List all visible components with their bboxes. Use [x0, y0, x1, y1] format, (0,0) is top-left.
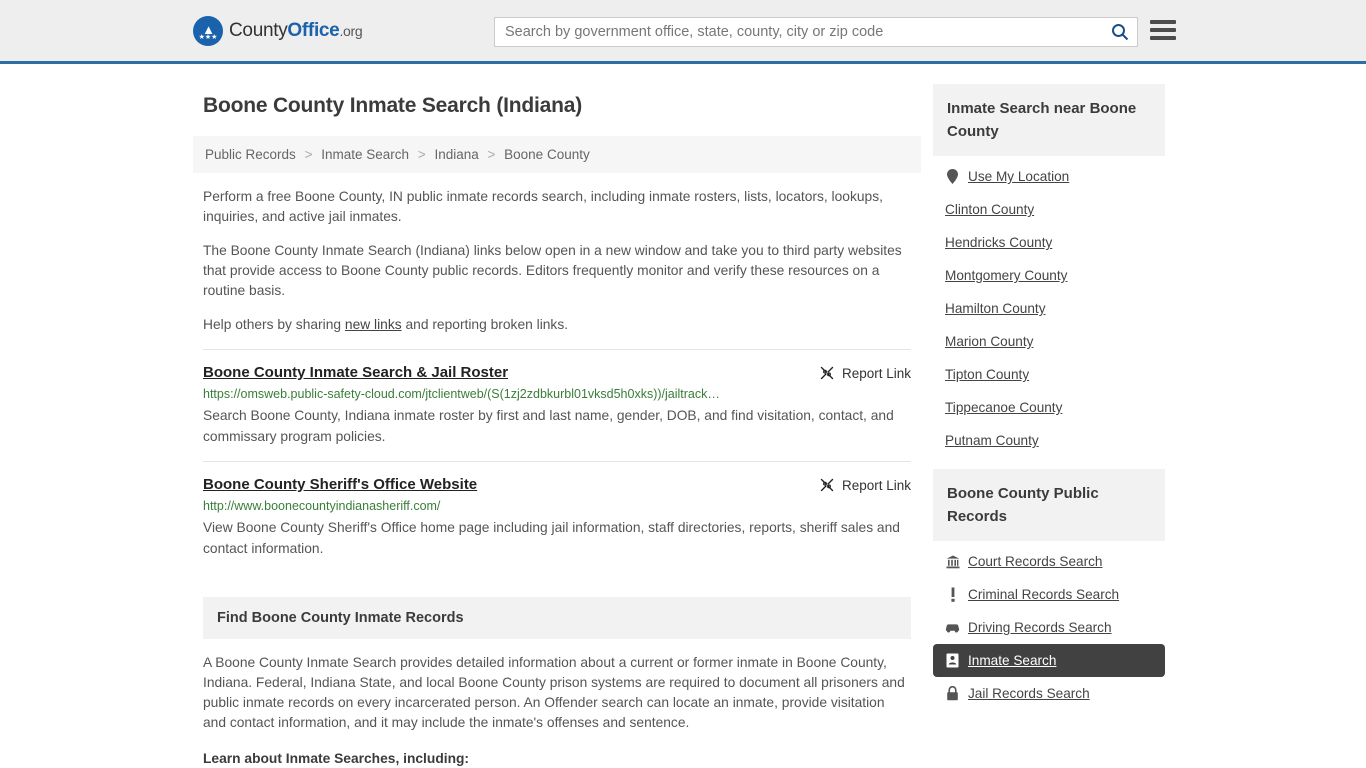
sidebar-item-label[interactable]: Criminal Records Search — [968, 587, 1119, 602]
site-logo[interactable]: ▲ ★★★ CountyOffice.org — [193, 15, 363, 46]
breadcrumb-item-inmate-search[interactable]: Inmate Search — [321, 147, 409, 162]
public-records-panel-list: Court Records Search Criminal Records Se… — [933, 541, 1165, 710]
nearby-panel: Inmate Search near Boone County Use My L… — [933, 84, 1165, 457]
breadcrumb-separator: > — [304, 147, 313, 162]
breadcrumb: Public Records > Inmate Search > Indiana… — [193, 136, 921, 173]
share-text-after: and reporting broken links. — [401, 317, 569, 332]
breadcrumb-separator: > — [417, 147, 426, 162]
sidebar-item-putnam-county[interactable]: Putnam County — [933, 424, 1165, 457]
result-title-link[interactable]: Boone County Sheriff's Office Website — [203, 476, 477, 493]
hamburger-menu-icon[interactable] — [1150, 20, 1176, 40]
map-pin-icon — [945, 169, 960, 184]
nearby-panel-heading: Inmate Search near Boone County — [933, 84, 1165, 156]
public-records-panel: Boone County Public Records Court Record… — [933, 469, 1165, 710]
find-records-subheading: Learn about Inmate Searches, including: — [203, 751, 470, 766]
find-records-body: A Boone County Inmate Search provides de… — [203, 639, 911, 768]
sidebar-item-criminal-records-search[interactable]: Criminal Records Search — [933, 578, 1165, 611]
sidebar-item-label[interactable]: Hamilton County — [945, 301, 1046, 316]
find-records-heading: Find Boone County Inmate Records — [203, 597, 911, 639]
page-title: Boone County Inmate Search (Indiana) — [203, 94, 583, 117]
result-header: Boone County Sheriff's Office Website Re… — [203, 476, 911, 493]
report-link-label: Report Link — [841, 365, 911, 381]
nearby-panel-list: Use My Location Clinton County Hendricks… — [933, 156, 1165, 457]
sidebar-item-hamilton-county[interactable]: Hamilton County — [933, 292, 1165, 325]
logo-text-part3: .org — [339, 22, 363, 39]
search-bar — [494, 17, 1138, 47]
report-link-label: Report Link — [841, 477, 911, 493]
sidebar-item-jail-records-search[interactable]: Jail Records Search — [933, 677, 1165, 710]
breadcrumb-separator: > — [487, 147, 496, 162]
sidebar: Inmate Search near Boone County Use My L… — [933, 84, 1165, 768]
sidebar-item-label[interactable]: Tippecanoe County — [945, 400, 1062, 415]
search-button[interactable] — [1103, 18, 1137, 46]
result-url[interactable]: http://www.boonecountyindianasheriff.com… — [203, 499, 911, 514]
logo-text-part1: County — [229, 19, 288, 41]
lock-icon — [945, 686, 960, 701]
sidebar-item-label[interactable]: Court Records Search — [968, 554, 1102, 569]
sidebar-item-driving-records-search[interactable]: Driving Records Search — [933, 611, 1165, 644]
report-link-button[interactable]: Report Link — [819, 364, 911, 381]
sidebar-item-label[interactable]: Driving Records Search — [968, 620, 1112, 635]
search-input[interactable] — [495, 18, 1103, 46]
sidebar-item-label[interactable]: Marion County — [945, 334, 1033, 349]
sidebar-item-tipton-county[interactable]: Tipton County — [933, 358, 1165, 391]
sidebar-item-label[interactable]: Montgomery County — [945, 268, 1067, 283]
sidebar-item-montgomery-county[interactable]: Montgomery County — [933, 259, 1165, 292]
sidebar-item-clinton-county[interactable]: Clinton County — [933, 193, 1165, 226]
exclamation-icon — [945, 587, 960, 602]
breadcrumb-item-public-records[interactable]: Public Records — [205, 147, 296, 162]
breadcrumb-item-indiana[interactable]: Indiana — [434, 147, 478, 162]
intro-paragraph-1: Perform a free Boone County, IN public i… — [203, 189, 883, 224]
share-text-before: Help others by sharing — [203, 317, 345, 332]
find-records-paragraph: A Boone County Inmate Search provides de… — [203, 655, 905, 730]
broken-link-icon — [820, 478, 834, 492]
sidebar-item-label[interactable]: Putnam County — [945, 433, 1039, 448]
car-icon — [945, 622, 960, 633]
new-links-link[interactable]: new links — [345, 317, 402, 332]
intro-paragraph-3: Help others by sharing new links and rep… — [203, 315, 911, 335]
result-description: View Boone County Sheriff's Office home … — [203, 520, 900, 556]
report-link-button[interactable]: Report Link — [819, 476, 911, 493]
result-header: Boone County Inmate Search & Jail Roster… — [203, 364, 911, 381]
result-item: Boone County Inmate Search & Jail Roster… — [203, 349, 911, 461]
site-header: ▲ ★★★ CountyOffice.org — [0, 0, 1366, 64]
sidebar-item-label[interactable]: Jail Records Search — [968, 686, 1090, 701]
sidebar-item-inmate-search[interactable]: Inmate Search — [933, 644, 1165, 677]
sidebar-item-hendricks-county[interactable]: Hendricks County — [933, 226, 1165, 259]
result-item: Boone County Sheriff's Office Website Re… — [203, 461, 911, 573]
sidebar-item-label[interactable]: Inmate Search — [968, 653, 1056, 668]
sidebar-item-label[interactable]: Hendricks County — [945, 235, 1052, 250]
logo-text-part2: Office — [287, 19, 340, 41]
sidebar-item-tippecanoe-county[interactable]: Tippecanoe County — [933, 391, 1165, 424]
sidebar-item-label[interactable]: Tipton County — [945, 367, 1029, 382]
sidebar-item-label[interactable]: Clinton County — [945, 202, 1034, 217]
main-content: Boone County Inmate Search (Indiana) Pub… — [193, 84, 921, 768]
eagle-shield-logo-icon: ▲ ★★★ — [193, 15, 223, 46]
result-url[interactable]: https://omsweb.public-safety-cloud.com/j… — [203, 387, 911, 402]
courthouse-icon — [945, 555, 960, 569]
public-records-panel-heading: Boone County Public Records — [933, 469, 1165, 541]
logo-text: CountyOffice.org — [229, 19, 363, 42]
page-container: Boone County Inmate Search (Indiana) Pub… — [0, 64, 1366, 768]
sidebar-item-label[interactable]: Use My Location — [968, 169, 1069, 184]
sidebar-item-court-records-search[interactable]: Court Records Search — [933, 545, 1165, 578]
broken-link-icon — [820, 366, 834, 380]
result-title-link[interactable]: Boone County Inmate Search & Jail Roster — [203, 364, 508, 381]
sidebar-item-marion-county[interactable]: Marion County — [933, 325, 1165, 358]
breadcrumb-item-boone-county[interactable]: Boone County — [504, 147, 590, 162]
sidebar-item-use-my-location[interactable]: Use My Location — [933, 160, 1165, 193]
search-icon — [1112, 24, 1129, 41]
intro-paragraph-2: The Boone County Inmate Search (Indiana)… — [203, 243, 902, 298]
id-card-icon — [945, 653, 960, 668]
result-description: Search Boone County, Indiana inmate rost… — [203, 408, 894, 444]
